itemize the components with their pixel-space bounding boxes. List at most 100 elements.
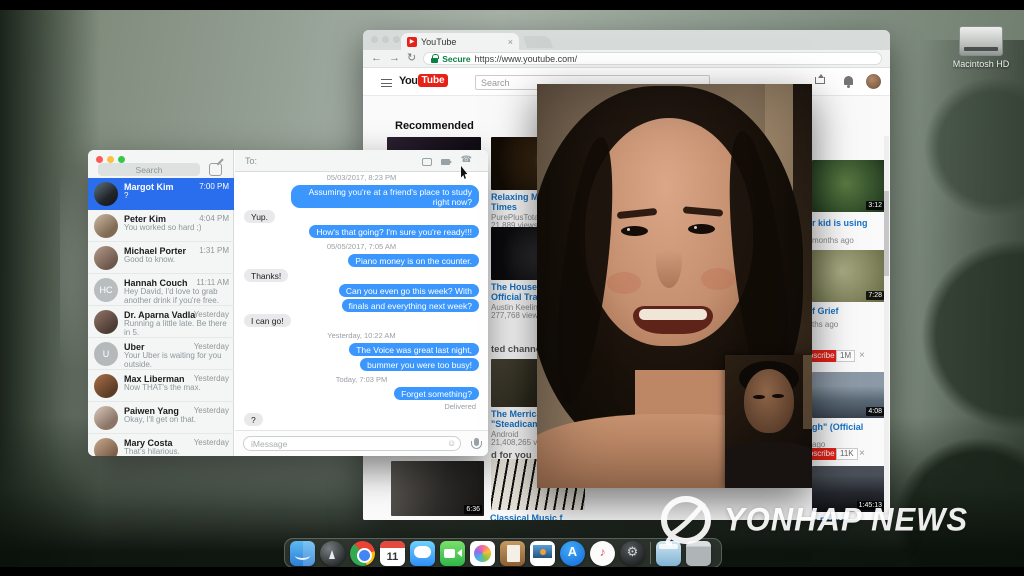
conversation-uber[interactable]: U Uber Yesterday Your Uber is waiting fo… [88, 338, 234, 370]
reload-icon[interactable]: ↻ [407, 53, 416, 64]
calendar-icon[interactable]: 11 [380, 540, 405, 566]
itunes-icon[interactable] [590, 540, 615, 566]
contact-name: Margot Kim [124, 182, 174, 192]
contact-name: Peter Kim [124, 214, 167, 224]
incoming-message-bubble: Yup. [244, 210, 276, 223]
chat-pane: To: ☎ Love you. 05/03/2017, 8:23 PM Assu… [235, 150, 488, 456]
facetime-video-window[interactable] [537, 84, 812, 488]
dock: 11 [284, 538, 722, 568]
incoming-message-bubble: ? [244, 413, 263, 426]
avatar [94, 406, 118, 430]
conversation-michael-porter[interactable]: Michael Porter 1:31 PM Good to know. [88, 242, 234, 274]
search-input[interactable] [98, 163, 200, 176]
messages-window: Margot Kim 7:00 PM ? Peter Kim 4:04 PM Y… [88, 150, 488, 456]
youtube-logo[interactable]: You Tube [399, 74, 448, 87]
tab-title: YouTube [421, 36, 457, 47]
forward-icon[interactable]: → [389, 53, 400, 64]
launchpad-icon[interactable] [320, 540, 345, 566]
dock-separator [650, 542, 651, 564]
contacts-icon[interactable] [500, 540, 525, 566]
message-time: 11:11 AM [196, 278, 229, 287]
close-window-button[interactable] [371, 36, 378, 43]
duration-badge: 4:08 [866, 407, 884, 416]
phone-call-icon[interactable]: ☎ [461, 154, 472, 165]
avatar-initials: HC [94, 278, 118, 302]
minimize-window-button[interactable] [382, 36, 389, 43]
close-window-button[interactable] [96, 156, 103, 163]
letterbox-bottom [0, 567, 1024, 576]
conversation-hannah-couch[interactable]: HC Hannah Couch 11:11 AM Hey David, I'd … [88, 274, 234, 306]
finder-icon[interactable] [290, 540, 315, 566]
avatar-initials: U [94, 342, 118, 366]
video-call-icon[interactable] [441, 158, 452, 165]
new-tab-button[interactable] [523, 36, 553, 48]
conversation-mary-costa[interactable]: Mary Costa Yesterday That's hilarious. [88, 434, 234, 456]
outgoing-message-bubble: The Voice was great last night, [349, 343, 479, 356]
letterbox-top [0, 0, 1024, 10]
avatar [94, 374, 118, 398]
video-title[interactable]: gh" (Official [812, 422, 886, 432]
tab-strip: ▶ YouTube × [363, 30, 890, 50]
emoji-icon[interactable]: ☺ [447, 438, 456, 448]
macintosh-hd-desktop-icon[interactable]: Macintosh HD [952, 26, 1010, 69]
contact-name: Hannah Couch [124, 278, 188, 288]
conversation-aparna-vadlamani[interactable]: Dr. Aparna Vadlamani Yesterday Running a… [88, 306, 234, 338]
app-store-icon[interactable] [560, 540, 585, 566]
conversation-max-liberman[interactable]: Max Liberman Yesterday Now THAT's the ma… [88, 370, 234, 402]
dismiss-icon[interactable]: × [859, 448, 865, 460]
contact-name: Mary Costa [124, 438, 173, 448]
conversation-margot-kim[interactable]: Margot Kim 7:00 PM ? [88, 178, 234, 210]
conversation-peter-kim[interactable]: Peter Kim 4:04 PM You worked so hard ;) [88, 210, 234, 242]
video-thumbnail[interactable]: 3:12 [812, 160, 886, 212]
timestamp-label: 05/03/2017, 8:23 PM [326, 173, 397, 182]
zoom-window-button[interactable] [393, 36, 400, 43]
microphone-icon[interactable] [471, 438, 482, 449]
minimize-window-button[interactable] [107, 156, 114, 163]
scrollbar-thumb[interactable] [884, 191, 889, 276]
message-preview: Hey David, I'd love to grab another drin… [124, 288, 219, 305]
self-view-pip[interactable] [725, 355, 812, 488]
outgoing-message-bubble: How's that going? I'm sure you're ready!… [309, 225, 479, 238]
scrollbar[interactable] [884, 136, 889, 515]
details-icon[interactable] [422, 158, 432, 166]
delivered-status: Delivered [444, 402, 476, 411]
chrome-icon[interactable] [350, 540, 375, 566]
photos-icon[interactable] [470, 540, 495, 566]
eye [772, 394, 784, 398]
system-preferences-icon[interactable] [620, 540, 645, 566]
message-preview: That's hilarious. [124, 448, 180, 456]
contact-name: Michael Porter [124, 246, 187, 256]
to-label: To: [245, 156, 258, 166]
video-title[interactable]: Classical Music f [490, 513, 584, 520]
compose-icon[interactable] [209, 163, 222, 176]
messages-icon[interactable] [410, 540, 435, 566]
facetime-icon[interactable] [440, 540, 465, 566]
avatar [94, 246, 118, 270]
tab-close-icon[interactable]: × [508, 37, 513, 47]
photo-booth-icon[interactable] [530, 540, 555, 566]
url-text: https://www.youtube.com/ [474, 53, 578, 64]
upload-icon[interactable] [815, 74, 825, 84]
back-icon[interactable]: ← [371, 53, 382, 64]
notifications-bell-icon[interactable] [844, 76, 853, 88]
conversation-paiwen-yang[interactable]: Paiwen Yang Yesterday Okay, I'll get on … [88, 402, 234, 434]
eye [753, 395, 765, 399]
account-avatar[interactable] [866, 74, 881, 89]
incoming-message-bubble: Thanks! [244, 269, 289, 282]
imessage-input[interactable] [243, 436, 461, 451]
watermark-text: YONHAP NEWS [724, 501, 969, 538]
video-title[interactable]: r kid is using [812, 218, 886, 228]
browser-tab-youtube[interactable]: ▶ YouTube × [401, 33, 519, 50]
video-thumbnail[interactable]: 7:28 [812, 250, 886, 302]
video-title[interactable]: f Grief [812, 306, 886, 316]
message-time: 4:04 PM [199, 214, 229, 223]
dismiss-icon[interactable]: × [859, 350, 865, 362]
zoom-window-button[interactable] [118, 156, 125, 163]
drive-label: Macintosh HD [952, 59, 1010, 69]
video-thumbnail[interactable]: 4:08 [812, 372, 886, 418]
address-bar[interactable]: Secure https://www.youtube.com/ [423, 52, 882, 65]
video-thumbnail-nug[interactable]: 6:36 [391, 461, 484, 516]
menu-icon[interactable] [381, 79, 392, 87]
video-title[interactable]: Nug [391, 519, 484, 520]
contact-name: Dr. Aparna Vadlamani [124, 310, 196, 320]
